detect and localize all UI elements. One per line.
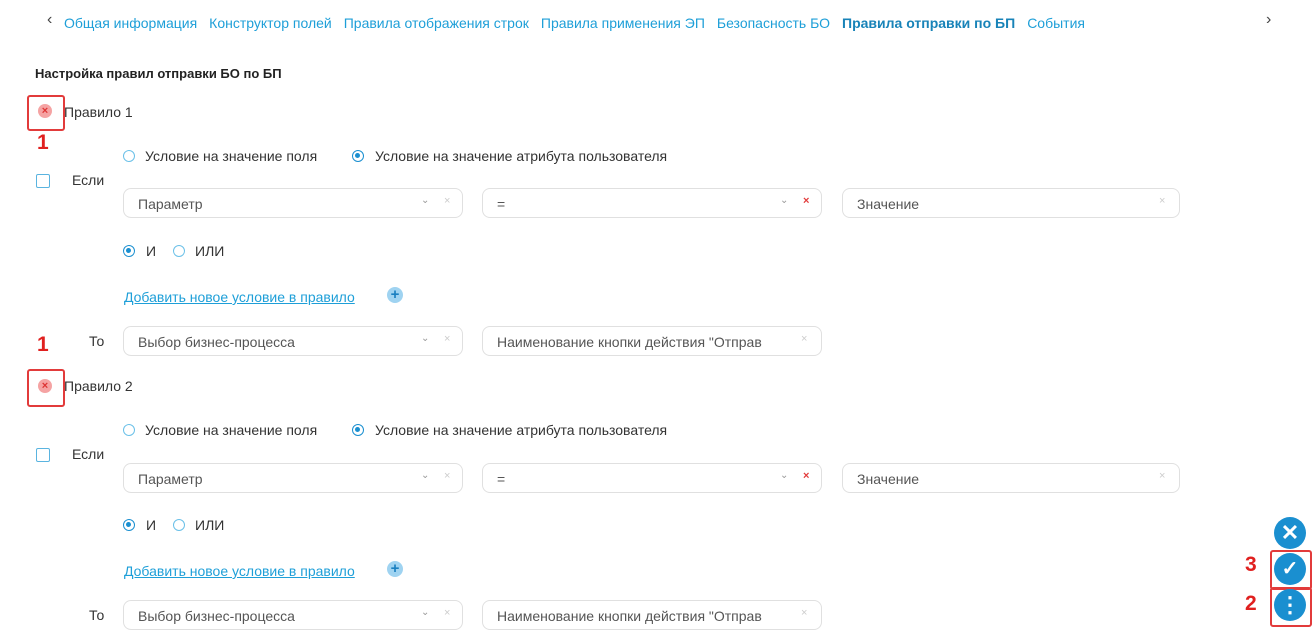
operator-select[interactable]: = ⌄ × [482,463,822,493]
chevron-down-icon: ⌄ [780,195,789,206]
business-process-placeholder: Выбор бизнес-процесса [138,334,295,350]
value-placeholder: Значение [857,471,920,487]
radio-field-condition-label: Условие на значение поля [145,422,318,438]
chevron-down-icon: ⌄ [421,607,430,618]
button-name-input[interactable]: Наименование кнопки действия "Отправ × [482,326,822,356]
then-label: То [89,333,105,349]
radio-and-label: И [146,243,157,259]
annotation-number: 2 [1245,592,1257,615]
if-label: Если [72,446,105,462]
tabs-next-icon[interactable]: › [1266,11,1271,29]
tab-bo-security[interactable]: Безопасность БО [717,15,830,31]
chevron-down-icon: ⌄ [421,470,430,481]
confirm-fab-button[interactable]: ✓ [1274,553,1306,585]
annotation-number: 3 [1245,553,1257,576]
radio-or-label: ИЛИ [195,243,225,259]
operator-value: = [497,196,506,212]
radio-or[interactable] [173,519,185,531]
rule-2-label: Правило 2 [64,378,133,394]
tab-ep-rules[interactable]: Правила применения ЭП [541,15,705,31]
radio-user-attr-condition[interactable] [352,150,364,162]
business-process-placeholder: Выбор бизнес-процесса [138,608,295,624]
clear-icon[interactable]: × [803,195,809,207]
add-condition-plus-icon[interactable]: + [387,287,403,303]
value-placeholder: Значение [857,196,920,212]
tab-general[interactable]: Общая информация [64,15,197,31]
tabs-prev-icon[interactable]: ‹ [47,11,52,29]
close-fab-button[interactable]: ✕ [1274,517,1306,549]
radio-and-label: И [146,517,157,533]
parameter-placeholder: Параметр [138,196,203,212]
tab-row-display-rules[interactable]: Правила отображения строк [344,15,529,31]
button-name-value: Наименование кнопки действия "Отправ [497,608,762,624]
clear-icon[interactable]: × [444,470,450,482]
menu-fab-button[interactable]: ⋮ [1274,589,1306,621]
add-condition-link[interactable]: Добавить новое условие в правило [124,289,355,305]
annotation-number: 1 [37,131,49,154]
clear-icon[interactable]: × [1159,195,1165,207]
parameter-select[interactable]: Параметр ⌄ × [123,188,463,218]
button-name-value: Наименование кнопки действия "Отправ [497,334,762,350]
radio-user-attr-condition-label: Условие на значение атрибута пользовател… [375,422,668,438]
tab-bar: Общая информация Конструктор полей Прави… [64,12,1085,34]
value-input[interactable]: Значение × [842,463,1180,493]
tab-bp-send-rules[interactable]: Правила отправки по БП [842,15,1015,31]
add-condition-plus-icon[interactable]: + [387,561,403,577]
clear-icon[interactable]: × [444,195,450,207]
radio-and[interactable] [123,245,135,257]
radio-and[interactable] [123,519,135,531]
chevron-down-icon: ⌄ [421,333,430,344]
chevron-down-icon: ⌄ [780,470,789,481]
radio-user-attr-condition[interactable] [352,424,364,436]
clear-icon[interactable]: × [803,470,809,482]
chevron-down-icon: ⌄ [421,195,430,206]
radio-field-condition-label: Условие на значение поля [145,148,318,164]
parameter-select[interactable]: Параметр ⌄ × [123,463,463,493]
clear-icon[interactable]: × [444,333,450,345]
tab-events[interactable]: События [1027,15,1085,31]
add-condition-link[interactable]: Добавить новое условие в правило [124,563,355,579]
radio-or-label: ИЛИ [195,517,225,533]
value-input[interactable]: Значение × [842,188,1180,218]
radio-or[interactable] [173,245,185,257]
clear-icon[interactable]: × [801,333,807,345]
if-label: Если [72,172,105,188]
clear-icon[interactable]: × [801,607,807,619]
radio-field-condition[interactable] [123,424,135,436]
clear-icon[interactable]: × [1159,470,1165,482]
remove-rule-2-icon[interactable]: × [38,379,52,393]
parameter-placeholder: Параметр [138,471,203,487]
tab-field-constructor[interactable]: Конструктор полей [209,15,332,31]
business-process-select[interactable]: Выбор бизнес-процесса ⌄ × [123,326,463,356]
radio-user-attr-condition-label: Условие на значение атрибута пользовател… [375,148,668,164]
business-process-select[interactable]: Выбор бизнес-процесса ⌄ × [123,600,463,630]
button-name-input[interactable]: Наименование кнопки действия "Отправ × [482,600,822,630]
radio-field-condition[interactable] [123,150,135,162]
operator-select[interactable]: = ⌄ × [482,188,822,218]
remove-rule-1-icon[interactable]: × [38,104,52,118]
operator-value: = [497,471,506,487]
annotation-number: 1 [37,333,49,356]
if-checkbox[interactable] [36,448,50,462]
then-label: То [89,607,105,623]
if-checkbox[interactable] [36,174,50,188]
clear-icon[interactable]: × [444,607,450,619]
rule-1-label: Правило 1 [64,104,133,120]
page-title: Настройка правил отправки БО по БП [35,66,282,81]
